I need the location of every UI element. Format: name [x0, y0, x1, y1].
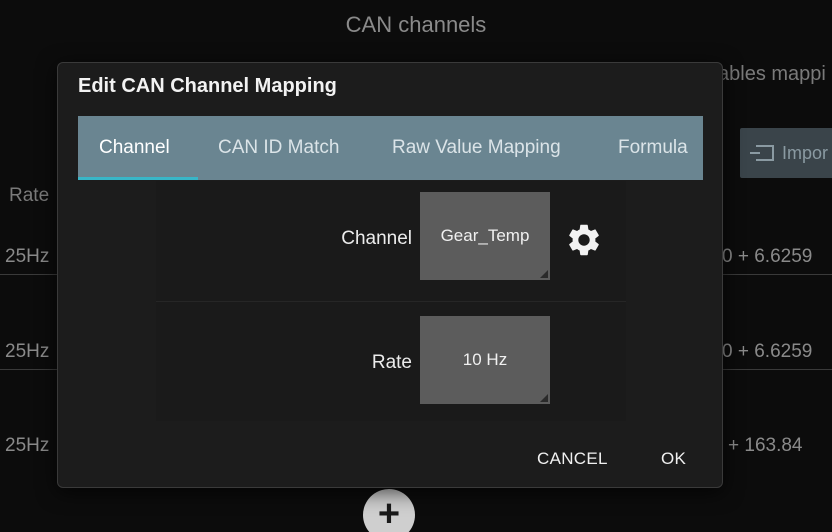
- tab-formula[interactable]: Formula: [598, 116, 703, 180]
- dialog-title: Edit CAN Channel Mapping: [78, 75, 337, 97]
- tab-raw-value-mapping-label: Raw Value Mapping: [392, 137, 561, 158]
- channel-label: Channel: [341, 228, 412, 249]
- tab-channel-label: Channel: [99, 137, 170, 158]
- gear-icon[interactable]: [565, 221, 603, 259]
- variables-mapping-text: ables mappi: [718, 63, 826, 85]
- import-label: Impor: [782, 142, 829, 163]
- tab-bar: Channel CAN ID Match Raw Value Mapping F…: [78, 116, 703, 180]
- row-rate: 25Hz: [5, 435, 50, 456]
- row-formula: + 163.84: [728, 435, 803, 456]
- tab-can-id-match-label: CAN ID Match: [218, 137, 340, 158]
- import-button[interactable]: Impor: [740, 128, 832, 178]
- channel-select[interactable]: Gear_Temp: [420, 192, 550, 280]
- row-rate: 25Hz: [5, 341, 50, 362]
- ok-button[interactable]: OK: [661, 449, 686, 469]
- rate-column-header: Rate: [9, 185, 50, 206]
- tab-channel[interactable]: Channel: [78, 116, 198, 180]
- rate-label: Rate: [371, 352, 412, 373]
- add-channel-button[interactable]: +: [363, 489, 415, 532]
- tab-formula-label: Formula: [618, 137, 688, 158]
- rate-select[interactable]: 10 Hz: [420, 316, 550, 404]
- plus-icon: +: [377, 493, 401, 532]
- tab-can-id-match[interactable]: CAN ID Match: [198, 116, 372, 180]
- channel-value: Gear_Temp: [440, 226, 530, 245]
- rate-value: 10 Hz: [462, 350, 508, 369]
- row-rate: 25Hz: [5, 246, 50, 267]
- page-title: CAN channels: [345, 12, 487, 37]
- import-icon: [750, 145, 774, 161]
- row-formula: 0 + 6.6259: [722, 246, 813, 267]
- edit-can-channel-dialog: Edit CAN Channel Mapping Channel CAN ID …: [57, 62, 723, 488]
- row-formula: 0 + 6.6259: [722, 341, 813, 362]
- content-divider: [156, 301, 626, 302]
- tab-raw-value-mapping[interactable]: Raw Value Mapping: [372, 116, 598, 180]
- cancel-button[interactable]: CANCEL: [537, 449, 608, 469]
